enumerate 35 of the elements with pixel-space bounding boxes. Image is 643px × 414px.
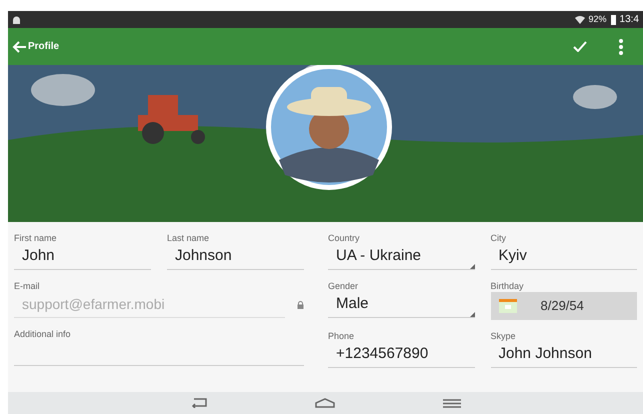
field-label: Gender — [328, 280, 358, 292]
text-field[interactable]: +1234567890 — [328, 342, 474, 368]
field-label: Country — [328, 232, 360, 244]
field-label: Skype — [490, 330, 516, 342]
date-button[interactable]: 8/29/54 — [490, 292, 637, 320]
field-label: Additional info — [14, 328, 71, 340]
field-label: City — [490, 232, 506, 244]
dropdown[interactable]: Male — [328, 292, 474, 318]
battery-percent: 92% — [588, 12, 607, 26]
text-field[interactable]: John Johnson — [490, 342, 637, 368]
corner-triangle-icon — [470, 264, 474, 269]
home-icon[interactable] — [315, 398, 336, 408]
toolbar-title: Profile — [28, 40, 60, 54]
field-label: First name — [14, 232, 57, 244]
field-label: E-mail — [14, 280, 40, 292]
checkmark-icon[interactable] — [573, 41, 587, 52]
clock: 13:4 — [620, 13, 639, 27]
calendar-icon — [498, 299, 516, 313]
text-field[interactable]: Kyiv — [490, 244, 637, 270]
lock-icon — [297, 301, 304, 309]
field-label: Last name — [167, 232, 210, 244]
back-arrow-icon[interactable] — [12, 40, 26, 52]
field-label: Phone — [328, 330, 354, 342]
field-label: Birthday — [490, 280, 524, 292]
date-value: 8/29/54 — [540, 297, 584, 316]
android-icon — [12, 16, 21, 24]
text-field[interactable]: John — [14, 244, 151, 270]
wifi-icon — [574, 16, 585, 24]
back-icon[interactable] — [190, 398, 208, 408]
more-icon[interactable] — [619, 38, 623, 54]
corner-triangle-icon — [470, 312, 474, 317]
menu-icon[interactable] — [443, 398, 462, 408]
battery-icon — [610, 14, 616, 24]
text-field[interactable]: Johnson — [167, 244, 304, 270]
dropdown[interactable]: UA - Ukraine — [328, 244, 474, 270]
